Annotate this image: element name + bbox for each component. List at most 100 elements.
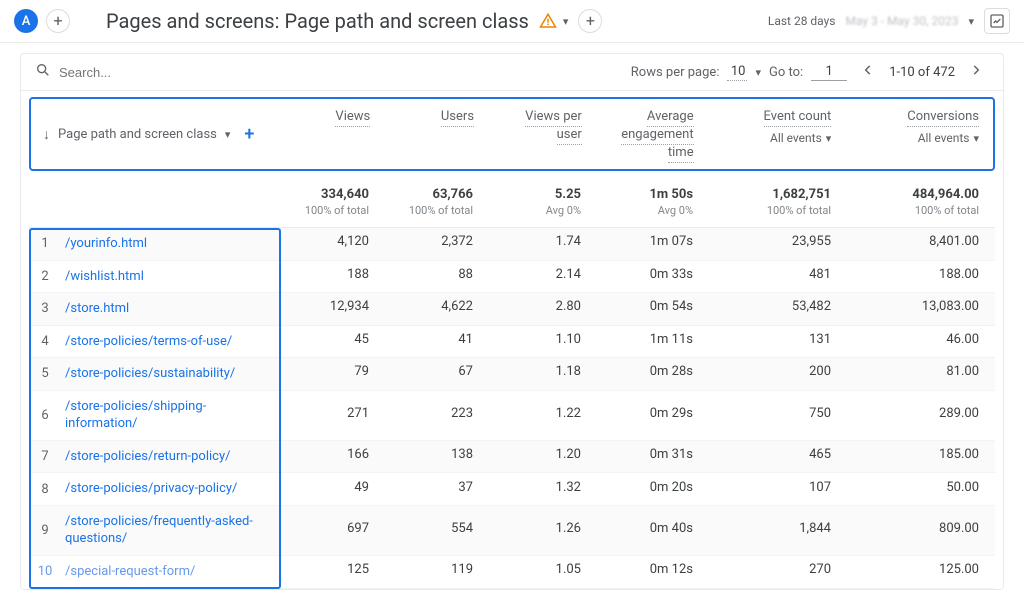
cell-users: 88 <box>383 261 487 292</box>
row-index: 5 <box>29 359 61 388</box>
col-header-conversions[interactable]: ConversionsAll events▾ <box>845 99 993 169</box>
row-index: 2 <box>29 262 61 291</box>
cell-vpu: 1.32 <box>487 474 595 505</box>
cell-event-count: 465 <box>707 441 845 472</box>
totals-ec: 1,682,751 <box>772 187 831 202</box>
cell-users: 223 <box>383 400 487 431</box>
dimension-header-label: Page path and screen class <box>58 127 217 142</box>
cell-event-count: 107 <box>707 474 845 505</box>
col-header-avg-engagement[interactable]: Averageengagementtime <box>596 99 708 169</box>
cell-event-count: 131 <box>707 326 845 357</box>
cell-aet: 0m 54s <box>595 293 707 324</box>
totals-vpu: 5.25 <box>555 187 581 202</box>
insights-icon[interactable] <box>984 8 1010 34</box>
cell-conversions: 125.00 <box>845 556 993 587</box>
cell-views: 4,120 <box>281 228 383 259</box>
sort-arrow-icon: ↓ <box>43 126 50 143</box>
cell-aet: 0m 12s <box>595 556 707 587</box>
table-row: 6/store-policies/shipping-information/27… <box>29 391 995 441</box>
totals-row: 334,640100% of total 63,766100% of total… <box>29 171 995 228</box>
cell-vpu: 1.22 <box>487 400 595 431</box>
cell-vpu: 1.10 <box>487 326 595 357</box>
table-row: 2/wishlist.html188882.140m 33s481188.00 <box>29 261 995 294</box>
cell-event-count: 200 <box>707 358 845 389</box>
cell-views: 79 <box>281 358 383 389</box>
page-path-link[interactable]: /yourinfo.html <box>61 228 281 260</box>
page-path-link[interactable]: /store-policies/return-policy/ <box>61 441 281 473</box>
search-input[interactable] <box>59 65 259 80</box>
cell-users: 37 <box>383 474 487 505</box>
table-toolbar: Rows per page: 10 ▾ Go to: 1 1-10 of 472 <box>21 54 1003 91</box>
page-path-link[interactable]: /store.html <box>61 293 281 325</box>
cell-views: 49 <box>281 474 383 505</box>
cell-users: 2,372 <box>383 228 487 259</box>
cell-vpu: 1.74 <box>487 228 595 259</box>
table-row: 3/store.html12,9344,6222.800m 54s53,4821… <box>29 293 995 326</box>
rows-per-page-value[interactable]: 10 <box>727 64 747 81</box>
cell-aet: 1m 11s <box>595 326 707 357</box>
dimension-caret-icon[interactable]: ▾ <box>225 128 231 141</box>
warning-icon[interactable] <box>539 12 557 30</box>
col-header-users[interactable]: Users <box>384 99 488 169</box>
cell-vpu: 2.80 <box>487 293 595 324</box>
table-body: 1/yourinfo.html4,1202,3721.741m 07s23,95… <box>29 228 995 589</box>
table-row: 1/yourinfo.html4,1202,3721.741m 07s23,95… <box>29 228 995 261</box>
table-row: 7/store-policies/return-policy/1661381.2… <box>29 441 995 474</box>
page-path-link[interactable]: /wishlist.html <box>61 261 281 293</box>
avatar[interactable]: A <box>14 9 38 33</box>
table-row: 5/store-policies/sustainability/79671.18… <box>29 358 995 391</box>
row-index: 6 <box>29 401 61 430</box>
rows-per-page-label: Rows per page: <box>631 65 720 80</box>
cell-event-count: 1,844 <box>707 515 845 546</box>
row-index: 7 <box>29 442 61 471</box>
date-caret-icon[interactable]: ▾ <box>968 15 974 28</box>
page-path-link[interactable]: /store-policies/terms-of-use/ <box>61 326 281 358</box>
title-dropdown-caret[interactable]: ▾ <box>563 15 569 28</box>
cell-users: 138 <box>383 441 487 472</box>
search-icon <box>35 62 51 82</box>
table-row: 10/special-request-form/1251191.050m 12s… <box>29 556 995 589</box>
cell-aet: 0m 40s <box>595 515 707 546</box>
prev-page-icon[interactable] <box>855 63 881 81</box>
rows-per-page-caret-icon[interactable]: ▾ <box>755 66 761 79</box>
page-path-link[interactable]: /store-policies/frequently-asked-questio… <box>61 506 281 555</box>
cell-event-count: 750 <box>707 400 845 431</box>
page-path-link[interactable]: /store-policies/privacy-policy/ <box>61 473 281 505</box>
page-path-link[interactable]: /special-request-form/ <box>61 556 281 588</box>
cell-vpu: 1.20 <box>487 441 595 472</box>
cell-conversions: 289.00 <box>845 400 993 431</box>
date-range[interactable]: May 3 - May 30, 2023 <box>846 14 959 28</box>
row-index: 4 <box>29 327 61 356</box>
add-button-title[interactable]: + <box>578 9 602 33</box>
page-path-link[interactable]: /store-policies/shipping-information/ <box>61 391 281 440</box>
dimension-header[interactable]: ↓ Page path and screen class ▾ + <box>31 99 282 169</box>
report-panel: Rows per page: 10 ▾ Go to: 1 1-10 of 472… <box>20 53 1004 590</box>
cell-conversions: 46.00 <box>845 326 993 357</box>
cell-users: 67 <box>383 358 487 389</box>
cell-event-count: 53,482 <box>707 293 845 324</box>
col-header-views[interactable]: Views <box>282 99 384 169</box>
cell-users: 4,622 <box>383 293 487 324</box>
add-dimension-button[interactable]: + <box>244 124 254 145</box>
row-index: 1 <box>29 229 61 258</box>
report-header: A + Pages and screens: Page path and scr… <box>0 0 1024 43</box>
next-page-icon[interactable] <box>963 63 989 81</box>
page-title: Pages and screens: Page path and screen … <box>106 9 760 33</box>
date-label: Last 28 days <box>768 14 836 28</box>
cell-views: 188 <box>281 261 383 292</box>
cell-views: 271 <box>281 400 383 431</box>
cell-vpu: 1.26 <box>487 515 595 546</box>
row-index: 9 <box>29 516 61 545</box>
cell-views: 166 <box>281 441 383 472</box>
row-index: 10 <box>29 557 61 586</box>
cell-conversions: 13,083.00 <box>845 293 993 324</box>
col-header-event-count[interactable]: Event countAll events▾ <box>708 99 846 169</box>
cell-aet: 0m 33s <box>595 261 707 292</box>
add-button-top[interactable]: + <box>46 9 70 33</box>
page-path-link[interactable]: /store-policies/sustainability/ <box>61 358 281 390</box>
cell-conversions: 809.00 <box>845 515 993 546</box>
goto-value[interactable]: 1 <box>811 64 847 81</box>
cell-conversions: 185.00 <box>845 441 993 472</box>
cell-event-count: 481 <box>707 261 845 292</box>
col-header-views-per-user[interactable]: Views peruser <box>488 99 596 169</box>
